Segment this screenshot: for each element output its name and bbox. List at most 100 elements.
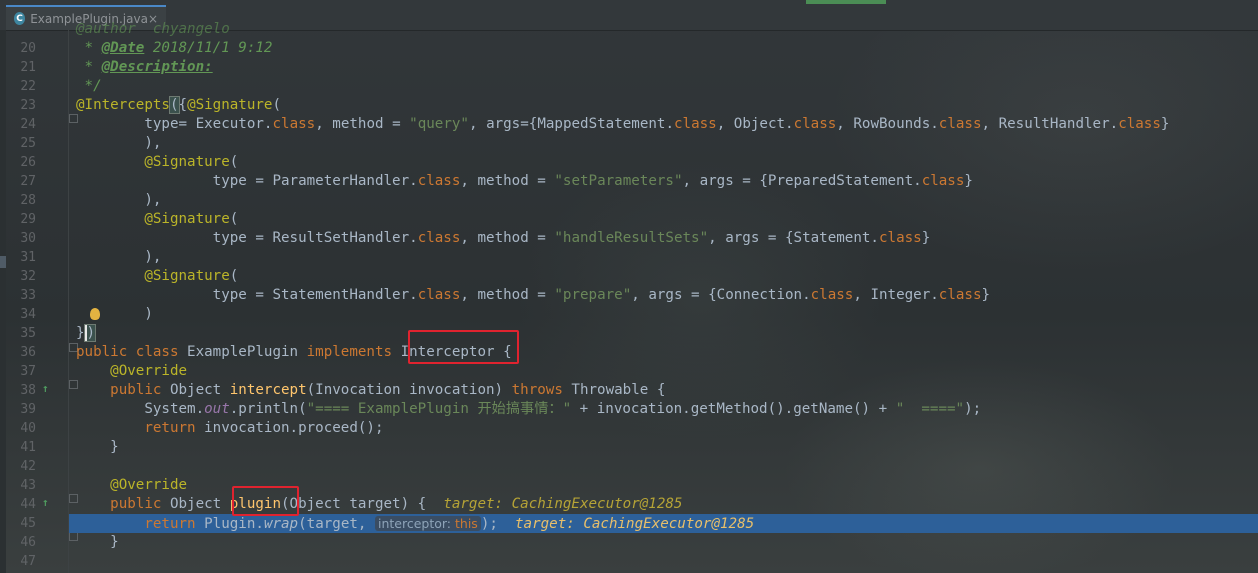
token: Object xyxy=(161,382,230,398)
parameter-hint: interceptor: this xyxy=(374,516,481,531)
override-method-icon[interactable]: ↑ xyxy=(42,496,49,509)
line-number: 25 xyxy=(20,136,36,151)
code-line-31: ), xyxy=(76,248,161,267)
line-number: 43 xyxy=(20,478,36,493)
code-line-20: * @Date 2018/11/1 9:12 xyxy=(76,39,273,58)
doc-end: */ xyxy=(76,78,102,94)
token: Throwable { xyxy=(562,382,666,398)
token: , xyxy=(315,116,333,132)
annotation-box-interceptor xyxy=(408,330,519,364)
line-number: 41 xyxy=(20,440,36,455)
token: , xyxy=(682,173,700,189)
override-method-icon[interactable]: ↑ xyxy=(42,382,49,395)
keyword: this xyxy=(455,516,478,531)
code-line-38: public Object intercept(Invocation invoc… xyxy=(76,381,665,400)
class-name: ExamplePlugin xyxy=(178,344,307,360)
token: , xyxy=(708,230,726,246)
token: invocation.proceed(); xyxy=(195,420,384,436)
keyword: class xyxy=(878,230,922,246)
doc-star: * xyxy=(76,59,102,75)
code-line-34: ) xyxy=(76,305,153,324)
code-line-46: } xyxy=(76,533,119,552)
token: (target, xyxy=(298,516,375,532)
keyword: class xyxy=(921,173,965,189)
brace-match: ) xyxy=(83,324,97,342)
annotation: @Override xyxy=(110,363,188,379)
method-name: intercept xyxy=(229,382,307,398)
token: ); xyxy=(964,401,982,417)
annotation-box-plugin xyxy=(232,486,299,516)
debug-inline-value: target: CachingExecutor@1285 xyxy=(443,496,683,512)
keyword: throws xyxy=(511,382,563,398)
line-number: 36 xyxy=(20,345,36,360)
gutter-divider xyxy=(68,30,69,573)
token: = xyxy=(383,116,410,132)
line-number: 29 xyxy=(20,212,36,227)
code-line-40: return invocation.proceed(); xyxy=(76,419,384,438)
annotation: @Signature xyxy=(144,154,230,170)
doc-text: 2018/11/1 9:12 xyxy=(144,40,273,56)
token: (Invocation invocation) xyxy=(306,382,512,398)
token: ), xyxy=(76,192,162,208)
code-line-29: @Signature( xyxy=(76,210,238,229)
annotation: @Signature xyxy=(144,211,230,227)
token: (Object target) { xyxy=(281,496,444,512)
token: = xyxy=(528,230,555,246)
line-number: 46 xyxy=(20,535,36,550)
token: , RowBounds. xyxy=(836,116,939,132)
token: ), xyxy=(76,249,162,265)
code-line-43: @Override xyxy=(76,476,187,495)
code-line-25: ), xyxy=(76,134,161,153)
keyword: class xyxy=(417,287,461,303)
token: = StatementHandler. xyxy=(246,287,418,303)
line-number: 47 xyxy=(20,554,36,569)
doc-tag: @Date xyxy=(101,40,145,56)
code-line-41: } xyxy=(76,438,119,457)
token: = {Connection. xyxy=(682,287,811,303)
code-line-23: @Intercepts({@Signature( xyxy=(76,96,281,115)
line-number: 27 xyxy=(20,174,36,189)
token: , xyxy=(460,287,478,303)
line-number: 33 xyxy=(20,288,36,303)
keyword: class xyxy=(1118,116,1161,132)
token: method xyxy=(477,173,529,189)
line-number: 20 xyxy=(20,41,36,56)
string-literal: "query" xyxy=(409,116,469,132)
debug-inline-value: target: CachingExecutor@1285 xyxy=(514,516,755,532)
line-number: 24 xyxy=(20,117,36,132)
keyword: class xyxy=(938,287,982,303)
keyword: class xyxy=(793,116,837,132)
token: method xyxy=(477,230,529,246)
line-number: 38 xyxy=(20,383,36,398)
keyword: return xyxy=(144,420,196,436)
line-number: 44 xyxy=(20,497,36,512)
line-number: 22 xyxy=(20,79,36,94)
token: , xyxy=(631,287,649,303)
code-line-32: @Signature( xyxy=(76,267,238,286)
token: , Integer. xyxy=(853,287,939,303)
code-line-30: type = ResultSetHandler.class, method = … xyxy=(76,229,931,248)
token: = {Statement. xyxy=(759,230,879,246)
line-number: 32 xyxy=(20,269,36,284)
token: = ParameterHandler. xyxy=(246,173,418,189)
doc-star: * xyxy=(76,40,102,56)
token: } xyxy=(76,534,119,550)
token: type xyxy=(212,230,247,246)
annotation: @Intercepts xyxy=(76,97,170,113)
toolbar-widget[interactable] xyxy=(806,0,886,4)
token: ( xyxy=(229,211,239,227)
token: } xyxy=(964,173,973,189)
token: Plugin. xyxy=(195,516,264,532)
keyword: class xyxy=(272,116,316,132)
keyword: class xyxy=(810,287,854,303)
